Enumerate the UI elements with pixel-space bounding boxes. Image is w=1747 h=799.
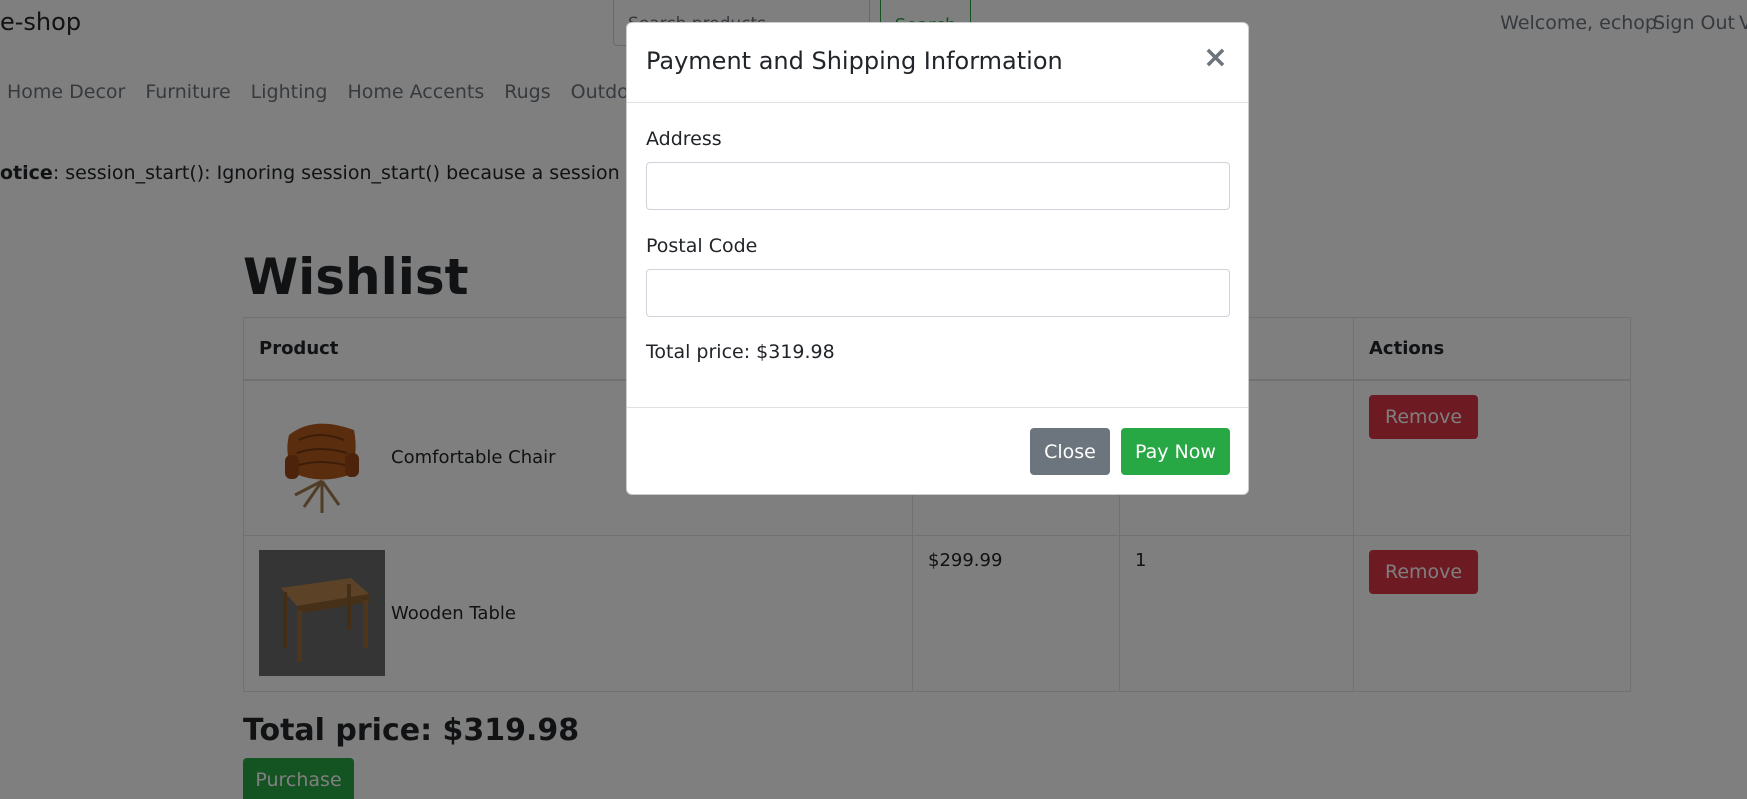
payment-modal: Payment and Shipping Information × Addre… — [626, 22, 1249, 495]
close-icon[interactable]: × — [1203, 43, 1228, 73]
postal-code-field[interactable] — [646, 269, 1230, 317]
postal-code-label: Postal Code — [646, 235, 758, 257]
modal-header: Payment and Shipping Information × — [627, 23, 1248, 103]
modal-total-price: Total price: $319.98 — [646, 341, 835, 363]
modal-body: Address Postal Code Total price: $319.98 — [627, 103, 1248, 408]
address-field[interactable] — [646, 162, 1230, 210]
close-button[interactable]: Close — [1030, 428, 1110, 475]
modal-title: Payment and Shipping Information — [646, 47, 1063, 75]
pay-now-button[interactable]: Pay Now — [1121, 428, 1230, 475]
address-label: Address — [646, 128, 722, 150]
